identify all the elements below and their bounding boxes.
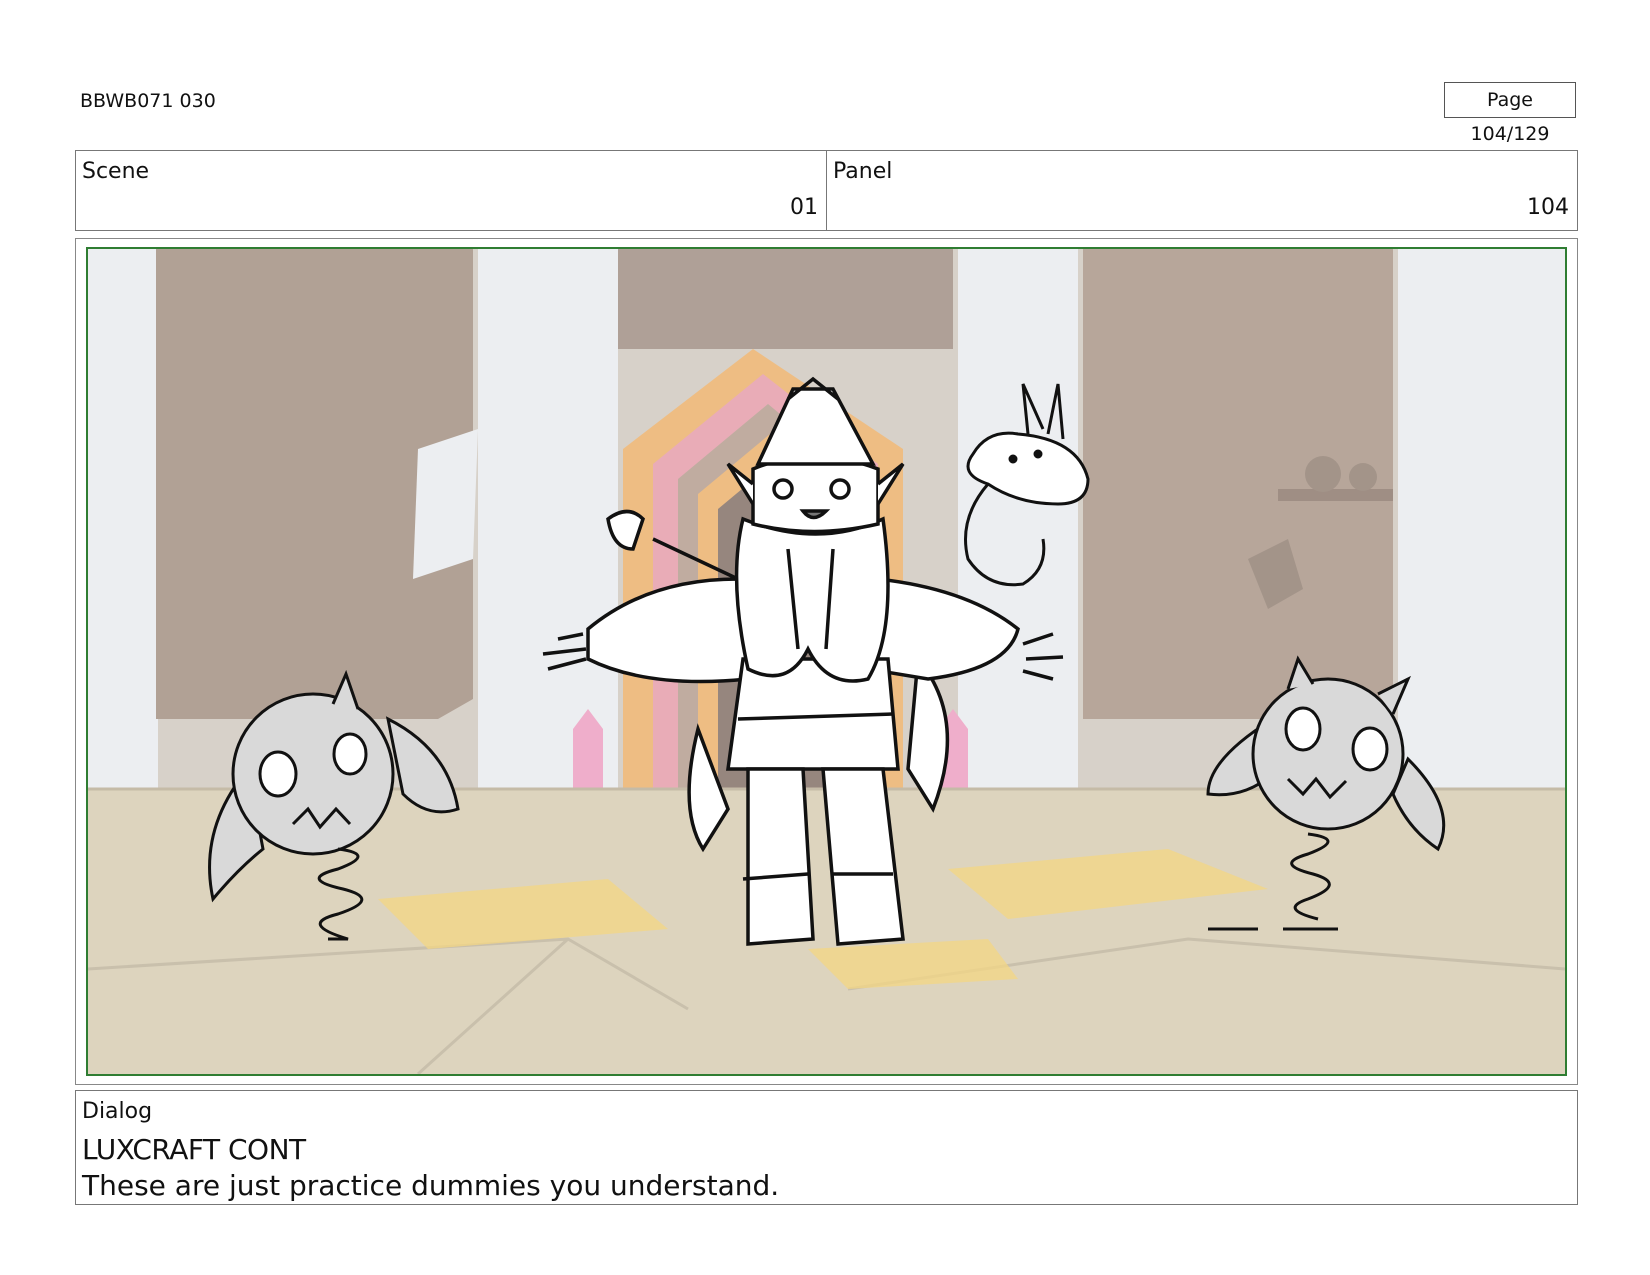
dialog-box: Dialog LUXCRAFT CONT These are just prac…	[75, 1090, 1578, 1205]
dummy-eye	[258, 750, 298, 798]
document-id: BBWB071 030	[80, 90, 216, 112]
scene-cell: Scene 01	[76, 151, 826, 230]
dummy-head	[231, 692, 395, 856]
dummy-eye	[1284, 706, 1322, 752]
scene-number: 01	[790, 195, 818, 220]
scene-label: Scene	[82, 159, 150, 184]
leg-left	[746, 767, 815, 946]
dialog-speaker: LUXCRAFT CONT	[82, 1133, 306, 1166]
spirit-eye	[1033, 449, 1043, 459]
panel-number: 104	[1527, 195, 1569, 220]
dialog-label: Dialog	[82, 1099, 153, 1124]
face	[751, 454, 880, 534]
dummy-eye	[1351, 726, 1389, 772]
storyboard-frame	[75, 238, 1578, 1085]
panel-label: Panel	[833, 159, 893, 184]
scene-panel-row: Scene 01 Panel 104	[75, 150, 1578, 231]
page-number-box: Page 104/129	[1444, 82, 1576, 145]
spirit-eye	[1008, 454, 1018, 464]
eye-left	[772, 478, 794, 500]
eye-right	[829, 478, 851, 500]
dummy-eye	[332, 732, 368, 776]
storyboard-drawing	[88, 249, 1565, 1074]
dialog-line: These are just practice dummies you unde…	[82, 1169, 780, 1202]
beard	[734, 516, 890, 683]
storyboard-image	[86, 247, 1567, 1076]
panel-cell: Panel 104	[826, 151, 1577, 230]
